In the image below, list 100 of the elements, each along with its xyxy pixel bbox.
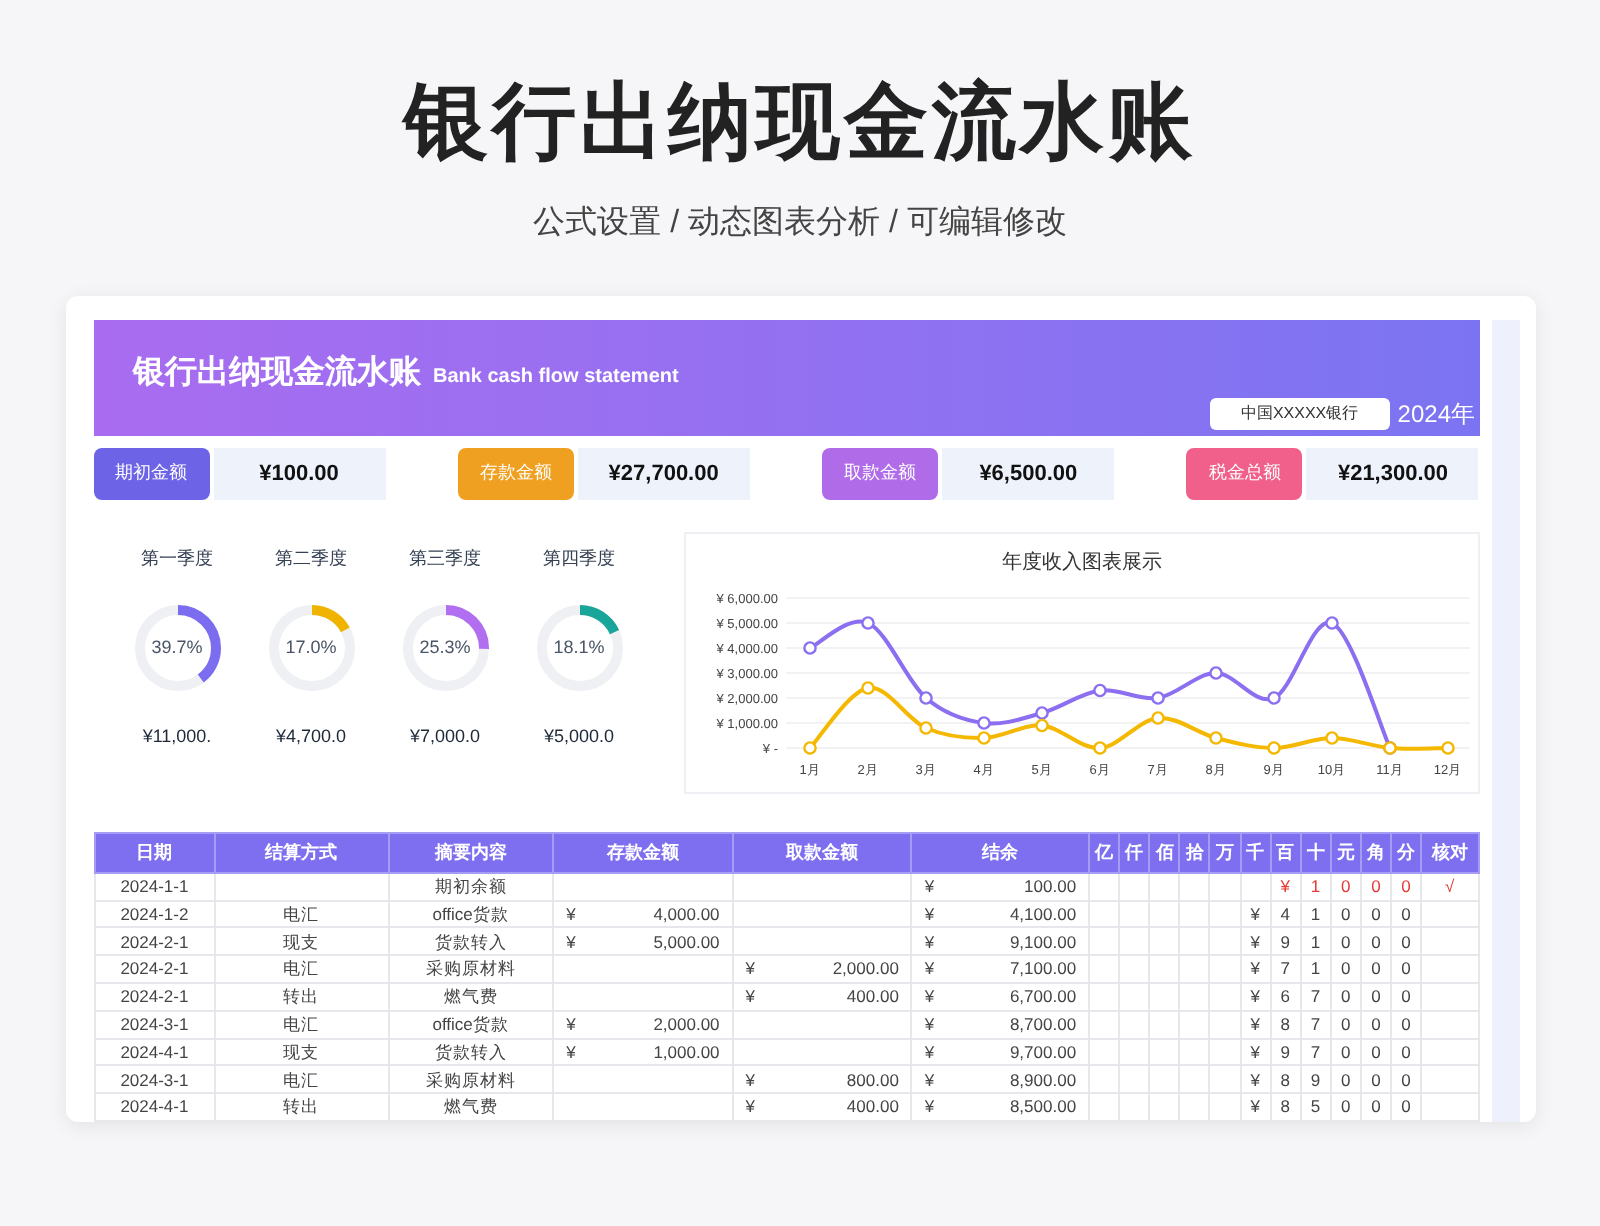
percent-label: 25.3% bbox=[419, 639, 471, 658]
header-cell: 摘要内容 bbox=[388, 832, 554, 873]
amount-text: 100.00 bbox=[1024, 877, 1077, 895]
header-cell: 结算方式 bbox=[214, 832, 389, 873]
data-point bbox=[1092, 741, 1106, 755]
table-cell: ¥ bbox=[1240, 955, 1271, 984]
table-cell: 0 bbox=[1360, 872, 1391, 901]
table-cell: 电汇 bbox=[214, 955, 389, 984]
currency-symbol: ¥ bbox=[924, 905, 935, 923]
header-cell: 核对 bbox=[1421, 832, 1478, 873]
amount-text: 4,000.00 bbox=[653, 905, 720, 923]
table-cell: 2024-4-1 bbox=[94, 1093, 215, 1121]
header-cell: 存款金额 bbox=[553, 832, 733, 873]
amount-text: 8,500.00 bbox=[1009, 1098, 1077, 1116]
data-point bbox=[1324, 616, 1338, 630]
data-point bbox=[1092, 683, 1106, 698]
header-cell: 结余 bbox=[911, 832, 1090, 873]
currency-symbol: ¥ bbox=[924, 960, 935, 978]
table-cell: 采购原材料 bbox=[388, 1065, 554, 1094]
currency-symbol: ¥ bbox=[924, 1043, 935, 1061]
percent-label: 17.0% bbox=[285, 639, 337, 658]
summary-value: ¥21,300.00 bbox=[1306, 447, 1479, 500]
amount-text: 800.00 bbox=[846, 1071, 899, 1089]
table-cell: ¥ bbox=[1240, 1065, 1271, 1094]
table-cell: 7 bbox=[1300, 1038, 1331, 1066]
quarter-amount: ¥11,000. bbox=[142, 724, 212, 751]
currency-symbol: ¥ bbox=[745, 1071, 756, 1089]
table-cell: 电汇 bbox=[214, 1065, 389, 1094]
table-cell: 2024-1-1 bbox=[94, 872, 215, 901]
header-cell: 分 bbox=[1390, 832, 1422, 873]
quarter-amount: ¥5,000.0 bbox=[543, 724, 615, 751]
amount-text: 2,000.00 bbox=[653, 1015, 720, 1033]
page-subtitle: 公式设置 / 动态图表分析 / 可编辑修改 bbox=[533, 208, 1067, 240]
year-label: 2024年 bbox=[1397, 398, 1475, 432]
currency-symbol: ¥ bbox=[924, 1071, 935, 1089]
table-cell: 0 bbox=[1390, 872, 1422, 901]
header-cell: 日期 bbox=[94, 832, 215, 873]
data-point bbox=[1324, 731, 1338, 745]
table-cell: 0 bbox=[1330, 983, 1361, 1011]
summary-label: 期初金额 bbox=[93, 447, 209, 500]
amount-text: 5,000.00 bbox=[653, 933, 720, 951]
table-cell: 期初余额 bbox=[388, 872, 554, 901]
data-point bbox=[802, 641, 816, 655]
table-cell: 0 bbox=[1330, 1065, 1361, 1094]
bank-field: 中国XXXXX银行 bbox=[1209, 398, 1390, 430]
header-cell: 十 bbox=[1300, 832, 1331, 873]
table-cell: 燃气费 bbox=[388, 1093, 554, 1121]
header-cell: 仟 bbox=[1119, 832, 1150, 873]
table-cell: ¥ bbox=[1240, 927, 1271, 956]
amount-text: 4,100.00 bbox=[1009, 905, 1077, 923]
table-cell: 0 bbox=[1360, 1065, 1391, 1094]
table-cell: 2024-4-1 bbox=[94, 1038, 215, 1066]
quarter-amount: ¥4,700.0 bbox=[275, 724, 347, 751]
table-cell: 0 bbox=[1330, 1093, 1361, 1121]
amount-text: 9,700.00 bbox=[1009, 1043, 1077, 1061]
data-point bbox=[918, 691, 932, 705]
data-point bbox=[1150, 691, 1164, 705]
data-point bbox=[802, 741, 816, 755]
table-cell: 2024-3-1 bbox=[94, 1065, 215, 1094]
table-cell: 燃气费 bbox=[388, 983, 554, 1011]
table-cell: office货款 bbox=[388, 900, 554, 928]
data-point bbox=[1208, 731, 1222, 745]
table-cell: 2024-2-1 bbox=[94, 927, 215, 956]
header-cell: 拾 bbox=[1179, 832, 1210, 873]
table-cell: 0 bbox=[1390, 983, 1422, 1011]
quarter-label: 第二季度 bbox=[275, 545, 347, 572]
currency-symbol: ¥ bbox=[924, 933, 935, 951]
currency-symbol: ¥ bbox=[566, 1043, 576, 1061]
table-cell: 0 bbox=[1360, 983, 1391, 1011]
amount-text: 7,100.00 bbox=[1009, 960, 1077, 978]
header-cell: 角 bbox=[1360, 832, 1391, 873]
header-cell: 百 bbox=[1270, 832, 1301, 873]
currency-symbol: ¥ bbox=[745, 988, 756, 1006]
table-cell: 8 bbox=[1270, 1065, 1301, 1094]
table-cell: 电汇 bbox=[214, 900, 389, 928]
table-cell: 0 bbox=[1390, 1038, 1422, 1066]
header-cell: 千 bbox=[1240, 832, 1271, 873]
table-cell: 8 bbox=[1270, 1093, 1301, 1121]
currency-symbol: ¥ bbox=[566, 933, 576, 951]
quarter-label: 第四季度 bbox=[543, 545, 615, 572]
table-cell: ¥ bbox=[1240, 1093, 1271, 1121]
summary-label: 存款金额 bbox=[457, 447, 574, 500]
table-cell: ¥ bbox=[1240, 900, 1271, 928]
table-cell: 0 bbox=[1330, 955, 1361, 984]
data-point bbox=[1266, 691, 1280, 705]
table-cell: 0 bbox=[1390, 900, 1422, 928]
currency-symbol: ¥ bbox=[566, 1015, 576, 1033]
table-cell: 0 bbox=[1390, 955, 1422, 984]
currency-symbol: ¥ bbox=[924, 1015, 935, 1033]
table-cell: 0 bbox=[1360, 1010, 1391, 1039]
data-point bbox=[1150, 711, 1164, 725]
amount-text: 400.00 bbox=[846, 988, 899, 1006]
quarter-label: 第一季度 bbox=[141, 545, 213, 572]
table-cell: 0 bbox=[1360, 1093, 1391, 1121]
table-cell: ¥ bbox=[1240, 983, 1271, 1011]
table-cell: 0 bbox=[1360, 927, 1391, 956]
table-cell: 1 bbox=[1300, 955, 1331, 984]
table-cell: 采购原材料 bbox=[388, 955, 554, 984]
table-cell: 6 bbox=[1270, 983, 1301, 1011]
table-cell: 7 bbox=[1300, 983, 1331, 1011]
